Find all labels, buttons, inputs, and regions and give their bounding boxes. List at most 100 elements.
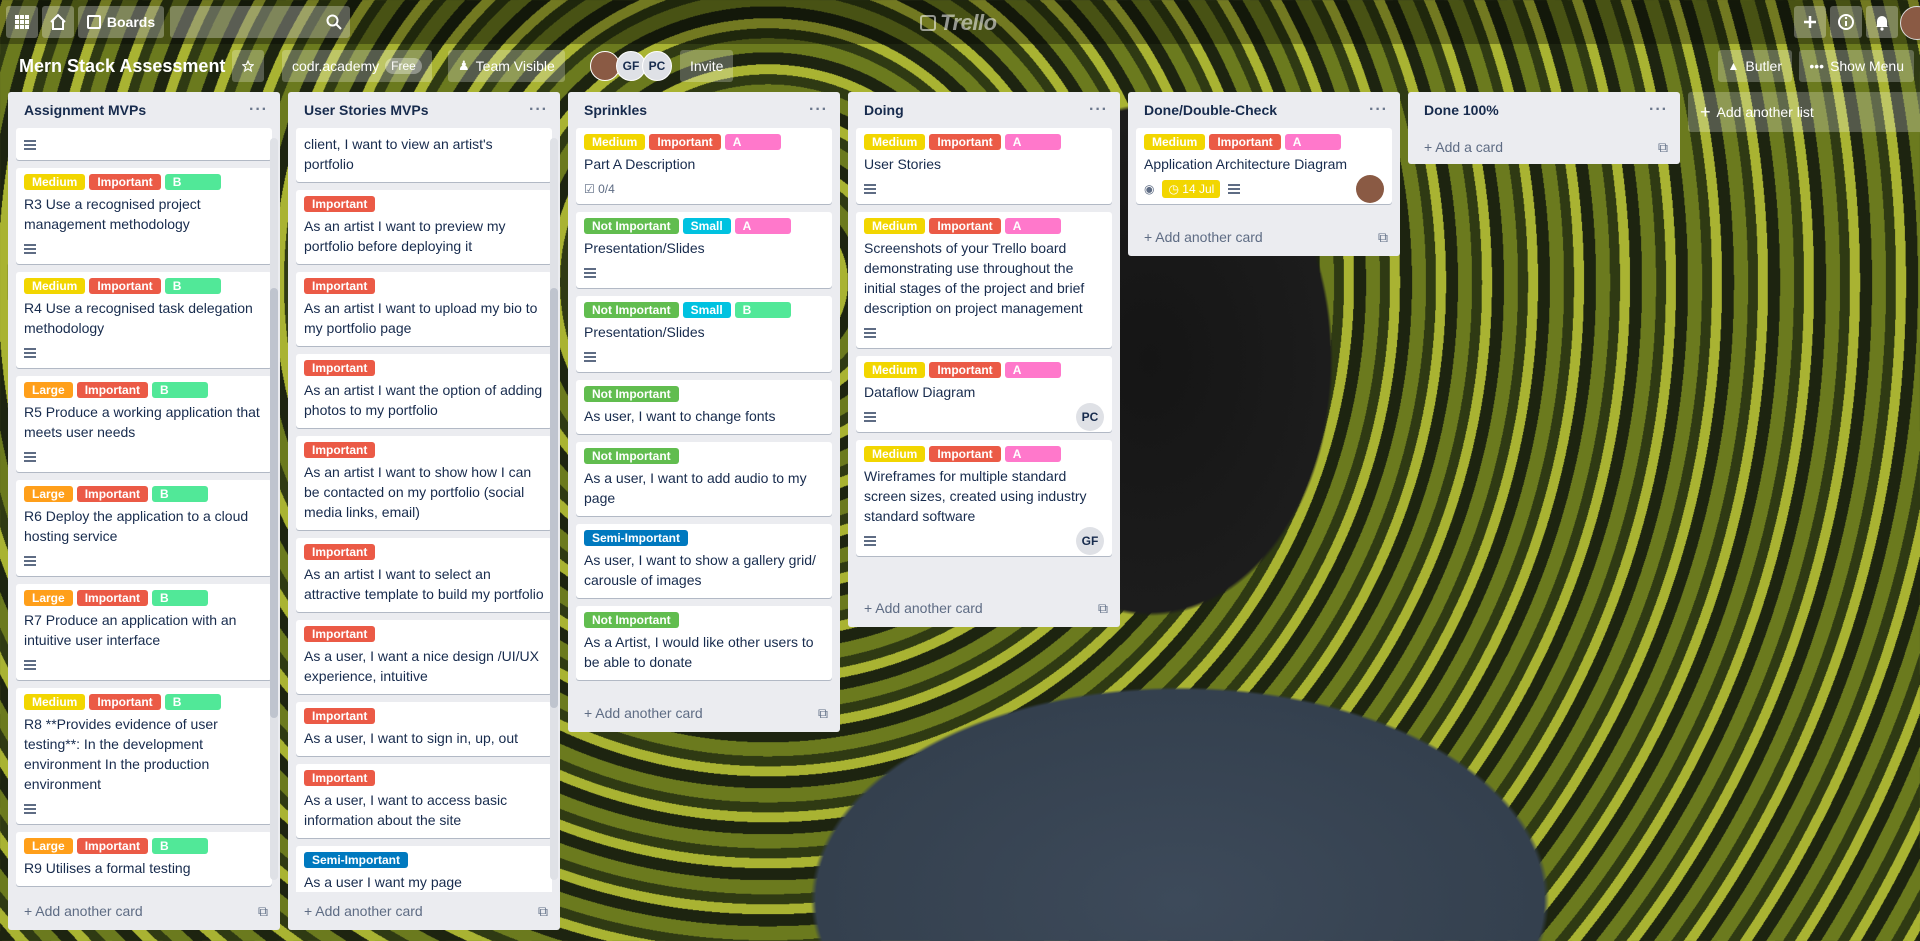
card[interactable]: Large Important B R6 Deploy the application… — [16, 480, 272, 576]
list-assignment-mvps[interactable]: Assignment MVPs ··· Medium Important B R3 Use… — [8, 92, 280, 930]
list-title[interactable]: Assignment MVPs — [24, 102, 146, 118]
card[interactable]: Not Important As a user, I want to add au… — [576, 442, 832, 516]
label-medium[interactable]: Medium — [864, 218, 926, 234]
card[interactable]: Medium Important B R8 **Provides evidence o… — [16, 688, 272, 824]
create-plus-icon[interactable] — [1794, 6, 1826, 38]
label-medium[interactable]: Medium — [24, 278, 86, 294]
card[interactable]: Important As a user, I want to access bas… — [296, 764, 552, 838]
add-card-button[interactable]: + Add another card ⧉ — [8, 892, 280, 930]
card-member-gf[interactable]: GF — [1076, 527, 1104, 555]
label-large[interactable]: Large — [24, 838, 73, 854]
label-semi-important[interactable]: Semi-Important — [304, 852, 409, 868]
list-header[interactable]: Done 100% ··· — [1408, 92, 1680, 128]
card[interactable]: Not Important Small A Presentation/Slides — [576, 212, 832, 288]
member-avatar-pc[interactable]: PC — [642, 51, 672, 81]
label-a[interactable]: A — [1004, 362, 1061, 378]
card[interactable]: Important As a user, I want to sign in, u… — [296, 702, 552, 756]
label-a[interactable]: A — [1004, 218, 1061, 234]
user-avatar[interactable] — [1900, 6, 1920, 40]
label-important[interactable]: Important — [304, 544, 376, 560]
template-icon[interactable]: ⧉ — [258, 903, 268, 920]
card[interactable]: Medium Important B R3 Use a recognised proj… — [16, 168, 272, 264]
label-b[interactable]: B — [164, 278, 221, 294]
card[interactable]: Medium Important B R4 Use a recognised task… — [16, 272, 272, 368]
list-done-double-check[interactable]: Done/Double-Check ··· Medium Important A Appl… — [1128, 92, 1400, 256]
list-header[interactable]: User Stories MVPs ··· — [288, 92, 560, 128]
card[interactable] — [16, 128, 272, 160]
label-important[interactable]: Important — [89, 694, 161, 710]
card[interactable]: Medium Important A Screenshots of your Trel… — [856, 212, 1112, 348]
list-header[interactable]: Done/Double-Check ··· — [1128, 92, 1400, 128]
card[interactable]: Medium Important A Wireframes for multiple … — [856, 440, 1112, 556]
label-b[interactable]: B — [152, 590, 209, 606]
list-menu-icon[interactable]: ··· — [529, 101, 548, 119]
label-important[interactable]: Important — [1209, 134, 1281, 150]
list-scrollbar[interactable] — [270, 138, 278, 880]
card[interactable]: Large Important B R7 Produce an application… — [16, 584, 272, 680]
list-menu-icon[interactable]: ··· — [1369, 101, 1388, 119]
card[interactable]: Not Important As user, I want to change f… — [576, 380, 832, 434]
label-important[interactable]: Important — [649, 134, 721, 150]
label-a[interactable]: A — [1004, 446, 1061, 462]
label-a[interactable]: A — [724, 134, 781, 150]
list-title[interactable]: Doing — [864, 102, 904, 118]
label-semi-important[interactable]: Semi-Important — [584, 530, 689, 546]
add-card-button[interactable]: + Add a card ⧉ — [1408, 128, 1680, 166]
card[interactable]: Medium Important A Application Architecture… — [1136, 128, 1392, 204]
template-icon[interactable]: ⧉ — [818, 705, 828, 722]
board-title[interactable]: Mern Stack Assessment — [19, 56, 225, 77]
search-input[interactable] — [170, 6, 350, 38]
card[interactable]: Semi-Important As user, I want to show a … — [576, 524, 832, 598]
label-a[interactable]: A — [734, 218, 791, 234]
label-not-important[interactable]: Not Important — [584, 302, 679, 318]
card[interactable]: Important As an artist I want to show how… — [296, 436, 552, 530]
visibility-button[interactable]: ♟ Team Visible — [448, 50, 565, 82]
card-member-pc[interactable]: PC — [1076, 403, 1104, 431]
list-header[interactable]: Assignment MVPs ··· — [8, 92, 280, 128]
label-b[interactable]: B — [164, 694, 221, 710]
label-not-important[interactable]: Not Important — [584, 612, 679, 628]
card[interactable]: Important As an artist I want to select a… — [296, 538, 552, 612]
label-important[interactable]: Important — [89, 174, 161, 190]
label-not-important[interactable]: Not Important — [584, 386, 679, 402]
label-small[interactable]: Small — [682, 218, 731, 234]
card[interactable]: Important As an artist I want the option … — [296, 354, 552, 428]
card[interactable]: Large Important B R9 Utilises a formal test… — [16, 832, 272, 886]
card[interactable]: client, I want to view an artist's portf… — [296, 128, 552, 182]
add-card-button[interactable]: + Add another card ⧉ — [848, 589, 1120, 627]
label-b[interactable]: B — [152, 382, 209, 398]
label-important[interactable]: Important — [89, 278, 161, 294]
label-a[interactable]: A — [1284, 134, 1341, 150]
card[interactable]: Medium Important A User Stories — [856, 128, 1112, 204]
home-icon[interactable] — [42, 6, 74, 38]
list-title[interactable]: Done/Double-Check — [1144, 102, 1277, 118]
label-important[interactable]: Important — [76, 590, 149, 606]
label-medium[interactable]: Medium — [864, 362, 926, 378]
label-important[interactable]: Important — [76, 838, 149, 854]
card[interactable]: Not Important Small B Presentation/Slides — [576, 296, 832, 372]
star-icon[interactable] — [232, 50, 264, 82]
due-date-badge[interactable]: ◷ 14 Jul — [1162, 180, 1221, 198]
card[interactable]: Medium Important A Dataflow Diagram PC — [856, 356, 1112, 432]
template-icon[interactable]: ⧉ — [1658, 139, 1668, 156]
list-user-stories-mvps[interactable]: User Stories MVPs ··· client, I want to vi… — [288, 92, 560, 930]
boards-button[interactable]: Boards — [78, 6, 164, 38]
list-menu-icon[interactable]: ··· — [249, 101, 268, 119]
add-card-button[interactable]: + Add another card ⧉ — [288, 892, 560, 930]
label-small[interactable]: Small — [682, 302, 731, 318]
template-icon[interactable]: ⧉ — [1098, 600, 1108, 617]
card[interactable]: Important As a user, I want a nice design… — [296, 620, 552, 694]
add-list-button[interactable]: + Add another list — [1688, 92, 1920, 132]
label-medium[interactable]: Medium — [584, 134, 646, 150]
label-medium[interactable]: Medium — [24, 694, 86, 710]
label-important[interactable]: Important — [929, 134, 1001, 150]
butler-button[interactable]: ▲ Butler — [1717, 50, 1792, 82]
label-b[interactable]: B — [152, 486, 209, 502]
card[interactable]: Important As an artist I want to preview … — [296, 190, 552, 264]
list-scrollbar[interactable] — [550, 138, 558, 880]
label-medium[interactable]: Medium — [864, 446, 926, 462]
list-title[interactable]: Sprinkles — [584, 102, 647, 118]
info-icon[interactable] — [1830, 6, 1862, 38]
card[interactable]: Not Important As a Artist, I would like o… — [576, 606, 832, 680]
label-medium[interactable]: Medium — [24, 174, 86, 190]
